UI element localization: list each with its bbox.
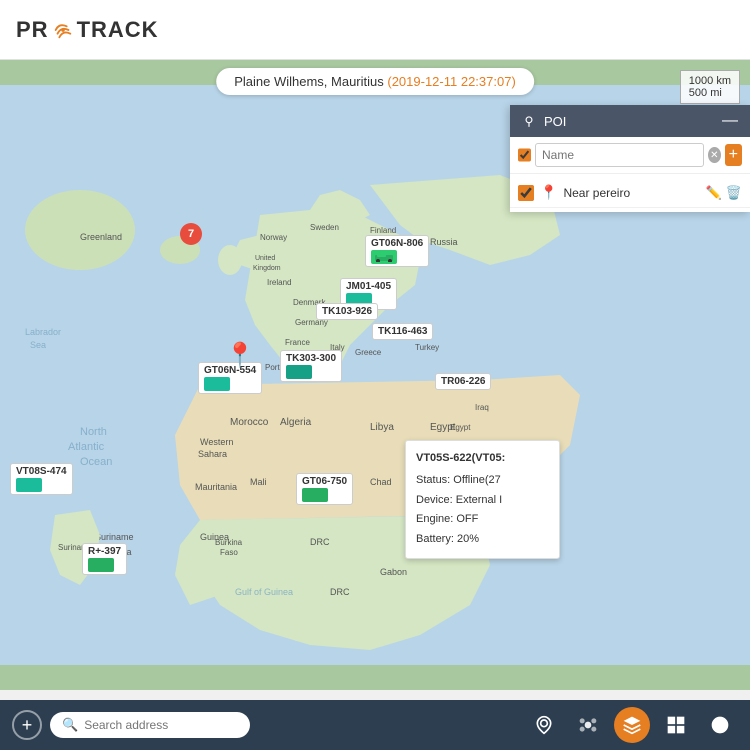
svg-text:France: France [285,338,310,347]
svg-text:North: North [80,426,107,438]
vehicle-label-tk116-463[interactable]: TK116-463 [372,323,433,340]
poi-list-item: 📍 Near pereiro ✏️ 🗑️ [510,178,750,208]
grid-icon [666,715,686,735]
poi-all-checkbox[interactable] [518,147,531,163]
search-icon: 🔍 [62,717,78,733]
svg-text:Iraq: Iraq [475,403,489,412]
download-button[interactable] [702,707,738,743]
poi-search-input[interactable] [535,143,704,167]
svg-text:Sweden: Sweden [310,223,339,232]
scale-mi: 500 mi [689,87,731,99]
vehicle-label-vt08s-474[interactable]: VT08S-474 [10,463,73,495]
poi-minimize-button[interactable]: — [722,113,738,129]
tooltip-status: Status: Offline(27 [416,471,549,491]
vehicle-label-tk103-926[interactable]: TK103-926 [316,303,378,320]
svg-text:Faso: Faso [220,548,238,557]
svg-text:Greece: Greece [355,348,382,357]
poi-search-row: ✕ + [510,137,750,174]
logo-text-pro: PR [16,17,49,43]
tooltip-device: Device: External I [416,491,549,511]
bottom-bar: + 🔍 [0,700,750,750]
search-bar[interactable]: 🔍 [50,712,250,738]
svg-text:DRC: DRC [310,537,330,547]
svg-text:Libya: Libya [370,422,394,433]
tooltip-title: VT05S-622(VT05: [416,449,549,469]
vehicle-label-tk303-300[interactable]: TK303-300 [280,350,342,382]
logo-icon [52,19,74,41]
poi-panel: POI — ✕ + 📍 Near pereiro ✏️ 🗑️ [510,105,750,212]
svg-text:Atlantic: Atlantic [68,441,105,453]
svg-text:Ocean: Ocean [80,456,112,468]
map-layers-button[interactable] [614,707,650,743]
scale-km: 1000 km [689,75,731,87]
svg-text:Egypt: Egypt [450,423,471,432]
vehicle-label-tr06-226[interactable]: TR06-226 [435,373,491,390]
app-header: PR TRACK [0,0,750,60]
cluster-badge[interactable]: 7 [180,223,202,245]
svg-text:DRC: DRC [330,587,350,597]
svg-text:Western: Western [200,437,233,447]
svg-text:United: United [255,255,275,262]
svg-text:Suriname: Suriname [95,532,134,542]
svg-text:Labrador: Labrador [25,327,61,337]
svg-text:Mali: Mali [250,477,267,487]
location-bar: Plaine Wilhems, Mauritius (2019-12-11 22… [216,68,534,95]
logo-text-track: TRACK [77,17,159,43]
tooltip-battery: Battery: 20% [416,530,549,550]
poi-header: POI — [510,105,750,137]
svg-text:Sahara: Sahara [198,449,227,459]
poi-location-icon: 📍 [540,184,557,201]
cluster-icon [578,715,598,735]
svg-text:Burkina: Burkina [215,538,243,547]
svg-text:Norway: Norway [260,233,287,242]
svg-text:Finland: Finland [370,226,396,235]
poi-item-checkbox[interactable] [518,185,534,201]
svg-text:Turkey: Turkey [415,343,439,352]
vehicle-label-r397[interactable]: R+-397 [82,543,127,575]
poi-add-button[interactable]: + [725,144,742,166]
map-layers-icon [622,715,642,735]
vehicle-label-gt06-750[interactable]: GT06-750 [296,473,353,505]
poi-title-row: POI [522,114,566,129]
svg-text:Gabon: Gabon [380,567,407,577]
svg-text:Algeria: Algeria [280,417,312,428]
svg-text:Mauritania: Mauritania [195,482,237,492]
vehicle-label-gt06n-806[interactable]: GT06N-806 [365,235,429,267]
poi-title: POI [544,114,566,129]
svg-text:Gulf of Guinea: Gulf of Guinea [235,587,293,597]
svg-text:Russia: Russia [430,237,458,247]
map-container[interactable]: North Atlantic Ocean Labrador Sea Gulf o… [0,60,750,690]
poi-icon [522,114,536,128]
add-button[interactable]: + [12,710,42,740]
location-date: (2019-12-11 22:37:07) [387,74,515,89]
poi-item-actions: ✏️ 🗑️ [706,185,742,201]
poi-delete-button[interactable]: 🗑️ [726,185,742,201]
location-pin-button[interactable] [526,707,562,743]
download-icon [710,715,730,735]
vehicle-tooltip: VT05S-622(VT05: Status: Offline(27 Devic… [405,440,560,559]
svg-text:Chad: Chad [370,477,392,487]
logo: PR TRACK [16,17,159,43]
poi-edit-button[interactable]: ✏️ [706,185,722,201]
svg-text:Ireland: Ireland [267,278,291,287]
poi-list: 📍 Near pereiro ✏️ 🗑️ [510,174,750,212]
poi-clear-button[interactable]: ✕ [708,147,721,163]
location-text: Plaine Wilhems, Mauritius [234,74,384,89]
map-pin[interactable]: 📍 [225,341,255,370]
tooltip-engine: Engine: OFF [416,510,549,530]
svg-text:Sea: Sea [30,340,46,350]
cluster-button[interactable] [570,707,606,743]
grid-button[interactable] [658,707,694,743]
svg-text:Morocco: Morocco [230,417,269,428]
scale-indicator: 1000 km 500 mi [680,70,740,104]
search-input[interactable] [84,718,224,732]
poi-item-name: Near pereiro [563,186,699,200]
svg-text:Greenland: Greenland [80,232,122,242]
location-pin-icon [534,715,554,735]
svg-text:Kingdom: Kingdom [253,265,281,272]
